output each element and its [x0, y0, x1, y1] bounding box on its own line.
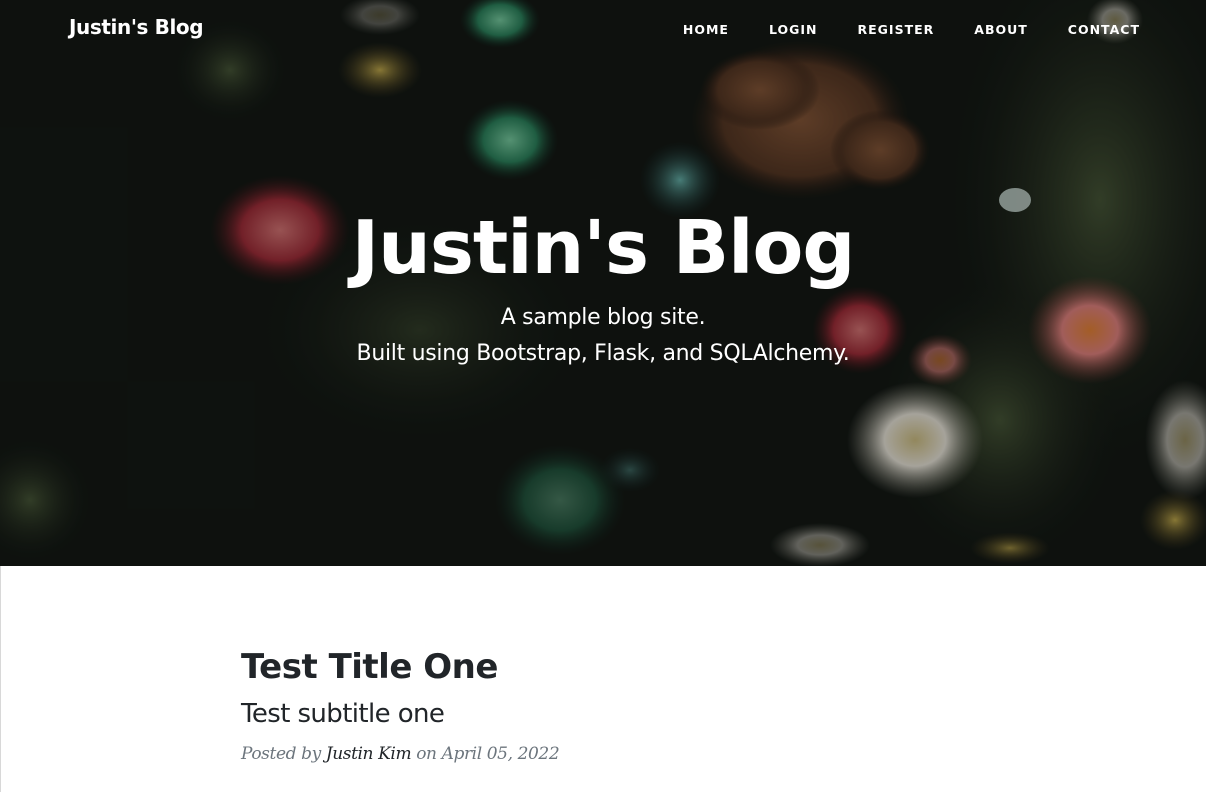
site-heading: Justin's Blog A sample blog site. Built … — [0, 196, 1206, 372]
post-title[interactable]: Test Title One — [241, 642, 961, 692]
site-subtitle-line-2: Built using Bootstrap, Flask, and SQLAlc… — [356, 341, 850, 366]
nav-link-login[interactable]: LOGIN — [769, 22, 818, 37]
post-preview[interactable]: Test Title One Test subtitle one Posted … — [241, 642, 961, 764]
site-subtitle-line-1: A sample blog site. — [500, 305, 706, 330]
post-meta-prefix: Posted by — [241, 744, 321, 764]
nav-item-home: HOME — [683, 21, 729, 39]
nav-item-login: LOGIN — [769, 21, 818, 39]
masthead-header: Justin's Blog HOME LOGIN REGISTER ABOUT … — [0, 0, 1206, 566]
nav-link-register[interactable]: REGISTER — [858, 22, 935, 37]
nav-item-about: ABOUT — [974, 21, 1028, 39]
nav-link-about[interactable]: ABOUT — [974, 22, 1028, 37]
nav-links-list: HOME LOGIN REGISTER ABOUT CONTACT — [643, 21, 1140, 39]
post-date: April 05, 2022 — [441, 744, 560, 764]
post-author-link[interactable]: Justin Kim — [326, 744, 412, 764]
nav-link-contact[interactable]: CONTACT — [1068, 22, 1140, 37]
nav-item-contact: CONTACT — [1068, 21, 1140, 39]
post-meta-on: on — [416, 744, 437, 764]
nav-item-register: REGISTER — [858, 21, 935, 39]
navbar-brand-link[interactable]: Justin's Blog — [69, 15, 204, 39]
post-subtitle[interactable]: Test subtitle one — [241, 692, 961, 736]
nav-link-home[interactable]: HOME — [683, 22, 729, 37]
main-content: Test Title One Test subtitle one Posted … — [0, 566, 1206, 792]
site-title: Justin's Blog — [351, 205, 856, 291]
post-meta: Posted by Justin Kim on April 05, 2022 — [241, 744, 961, 764]
main-navbar: Justin's Blog HOME LOGIN REGISTER ABOUT … — [0, 0, 1206, 60]
